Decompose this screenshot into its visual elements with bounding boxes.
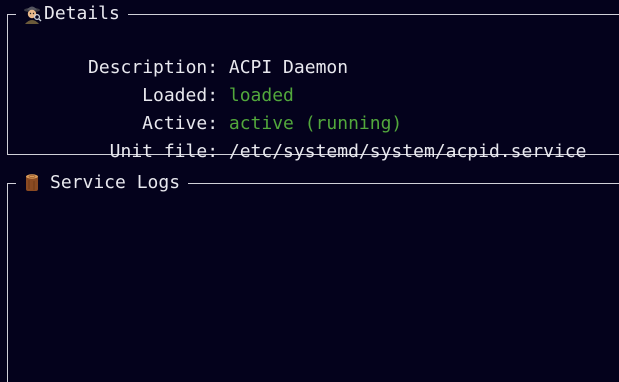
description-row: Description: ACPI Daemon <box>23 32 348 78</box>
unit-file-row: Unit file: /etc/systemd/system/acpid.ser… <box>23 116 587 162</box>
service-logs-title-text: Service Logs <box>50 172 181 193</box>
service-logs-panel[interactable]: Service Logs <box>7 172 619 382</box>
details-panel: Details Description: ACPI Daemon Loaded:… <box>7 3 619 162</box>
detective-icon <box>22 4 42 24</box>
unit-file-value: /etc/systemd/system/acpid.service <box>228 141 587 162</box>
service-logs-panel-title: Service Logs <box>16 172 189 194</box>
active-row: Active: active (running) <box>23 88 402 134</box>
loaded-row: Loaded: loaded <box>23 60 294 106</box>
terminal-screen: Details Description: ACPI Daemon Loaded:… <box>0 0 619 382</box>
unit-file-label: Unit file: <box>109 141 219 162</box>
log-wood-icon <box>22 173 42 193</box>
details-title-text: Details <box>44 3 120 24</box>
details-panel-title: Details <box>16 3 128 25</box>
